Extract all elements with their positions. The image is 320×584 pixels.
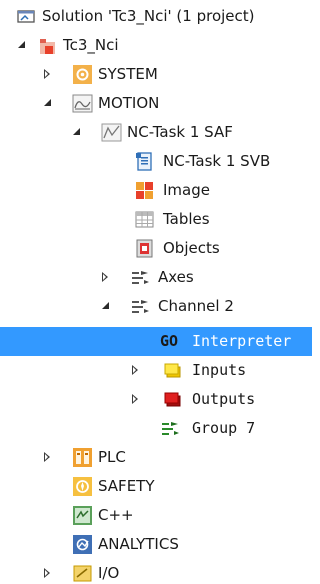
- tree-label-analytics: ANALYTICS: [98, 535, 179, 553]
- tree-item-channel[interactable]: Channel 2: [0, 292, 312, 321]
- collapse-toggle[interactable]: [44, 69, 50, 79]
- project-icon: [37, 35, 58, 56]
- tree-item-group[interactable]: Group 7: [0, 414, 312, 443]
- tree-item-inputs[interactable]: Inputs: [0, 356, 312, 385]
- tree-item-nc-task-svb[interactable]: NC-Task 1 SVB: [0, 147, 312, 176]
- tree-label-axes: Axes: [158, 268, 194, 286]
- tree-label-outputs: Outputs: [192, 390, 256, 408]
- tree-item-image[interactable]: Image: [0, 176, 312, 205]
- axes-icon: [130, 267, 151, 288]
- tree-item-plc[interactable]: PLC: [0, 443, 312, 472]
- tree-label-motion: MOTION: [98, 94, 160, 112]
- tree-item-project[interactable]: Tc3_Nci: [0, 31, 312, 60]
- safety-icon: [72, 476, 93, 497]
- tree-label-channel: Channel 2: [158, 297, 234, 315]
- cpp-icon: [72, 505, 93, 526]
- tree-label-system: SYSTEM: [98, 65, 158, 83]
- tree-label-safety: SAFETY: [98, 477, 155, 495]
- expand-toggle[interactable]: [73, 128, 80, 135]
- collapse-toggle[interactable]: [132, 365, 138, 375]
- tree-label-nc-task-svb: NC-Task 1 SVB: [163, 152, 271, 170]
- expand-toggle[interactable]: [44, 99, 51, 106]
- inputs-icon: [162, 360, 183, 381]
- tree-label-tables: Tables: [163, 210, 210, 228]
- outputs-icon: [162, 389, 183, 410]
- analytics-icon: [72, 534, 93, 555]
- tree-label-cpp: C++: [98, 506, 134, 524]
- tree-item-analytics[interactable]: ANALYTICS: [0, 530, 312, 559]
- image-icon: [134, 180, 155, 201]
- tree-label-plc: PLC: [98, 448, 126, 466]
- motion-icon: [72, 93, 93, 114]
- tree-item-objects[interactable]: Objects: [0, 234, 312, 263]
- tree-label-solution: Solution 'Tc3_Nci' (1 project): [42, 7, 255, 25]
- channel-icon: [130, 296, 151, 317]
- collapse-toggle[interactable]: [132, 394, 138, 404]
- expand-toggle[interactable]: [18, 41, 25, 48]
- nc-task-icon: [101, 122, 122, 143]
- tree-item-motion[interactable]: MOTION: [0, 89, 312, 118]
- gear-icon: [72, 64, 93, 85]
- tree-label-nc-task-saf: NC-Task 1 SAF: [127, 123, 233, 141]
- tree-item-cpp[interactable]: C++: [0, 501, 312, 530]
- table-icon: [134, 209, 155, 230]
- solution-icon: [16, 6, 37, 27]
- collapse-toggle[interactable]: [44, 452, 50, 462]
- expand-toggle[interactable]: [102, 302, 109, 309]
- tree-item-outputs[interactable]: Outputs: [0, 385, 312, 414]
- tree-item-interpreter[interactable]: GO Interpreter: [0, 327, 312, 356]
- tree-label-project: Tc3_Nci: [63, 36, 119, 54]
- objects-icon: [134, 238, 155, 259]
- task-document-icon: [134, 151, 155, 172]
- solution-explorer-tree: Solution 'Tc3_Nci' (1 project) Tc3_Nci S…: [0, 0, 312, 584]
- tree-label-io: I/O: [98, 564, 120, 582]
- tree-label-inputs: Inputs: [192, 361, 247, 379]
- plc-icon: [72, 447, 93, 468]
- go-badge-icon: GO: [160, 332, 179, 350]
- tree-item-tables[interactable]: Tables: [0, 205, 312, 234]
- tree-item-io[interactable]: I/O: [0, 559, 312, 584]
- io-icon: [72, 563, 93, 584]
- group-icon: [160, 418, 181, 439]
- tree-label-image: Image: [163, 181, 210, 199]
- tree-label-group: Group 7: [192, 419, 256, 437]
- tree-item-system[interactable]: SYSTEM: [0, 60, 312, 89]
- collapse-toggle[interactable]: [44, 568, 50, 578]
- tree-label-objects: Objects: [163, 239, 220, 257]
- tree-item-solution[interactable]: Solution 'Tc3_Nci' (1 project): [0, 2, 312, 31]
- tree-label-interpreter: Interpreter: [192, 332, 292, 350]
- tree-item-nc-task-saf[interactable]: NC-Task 1 SAF: [0, 118, 312, 147]
- tree-item-axes[interactable]: Axes: [0, 263, 312, 292]
- tree-item-safety[interactable]: SAFETY: [0, 472, 312, 501]
- collapse-toggle[interactable]: [102, 272, 108, 282]
